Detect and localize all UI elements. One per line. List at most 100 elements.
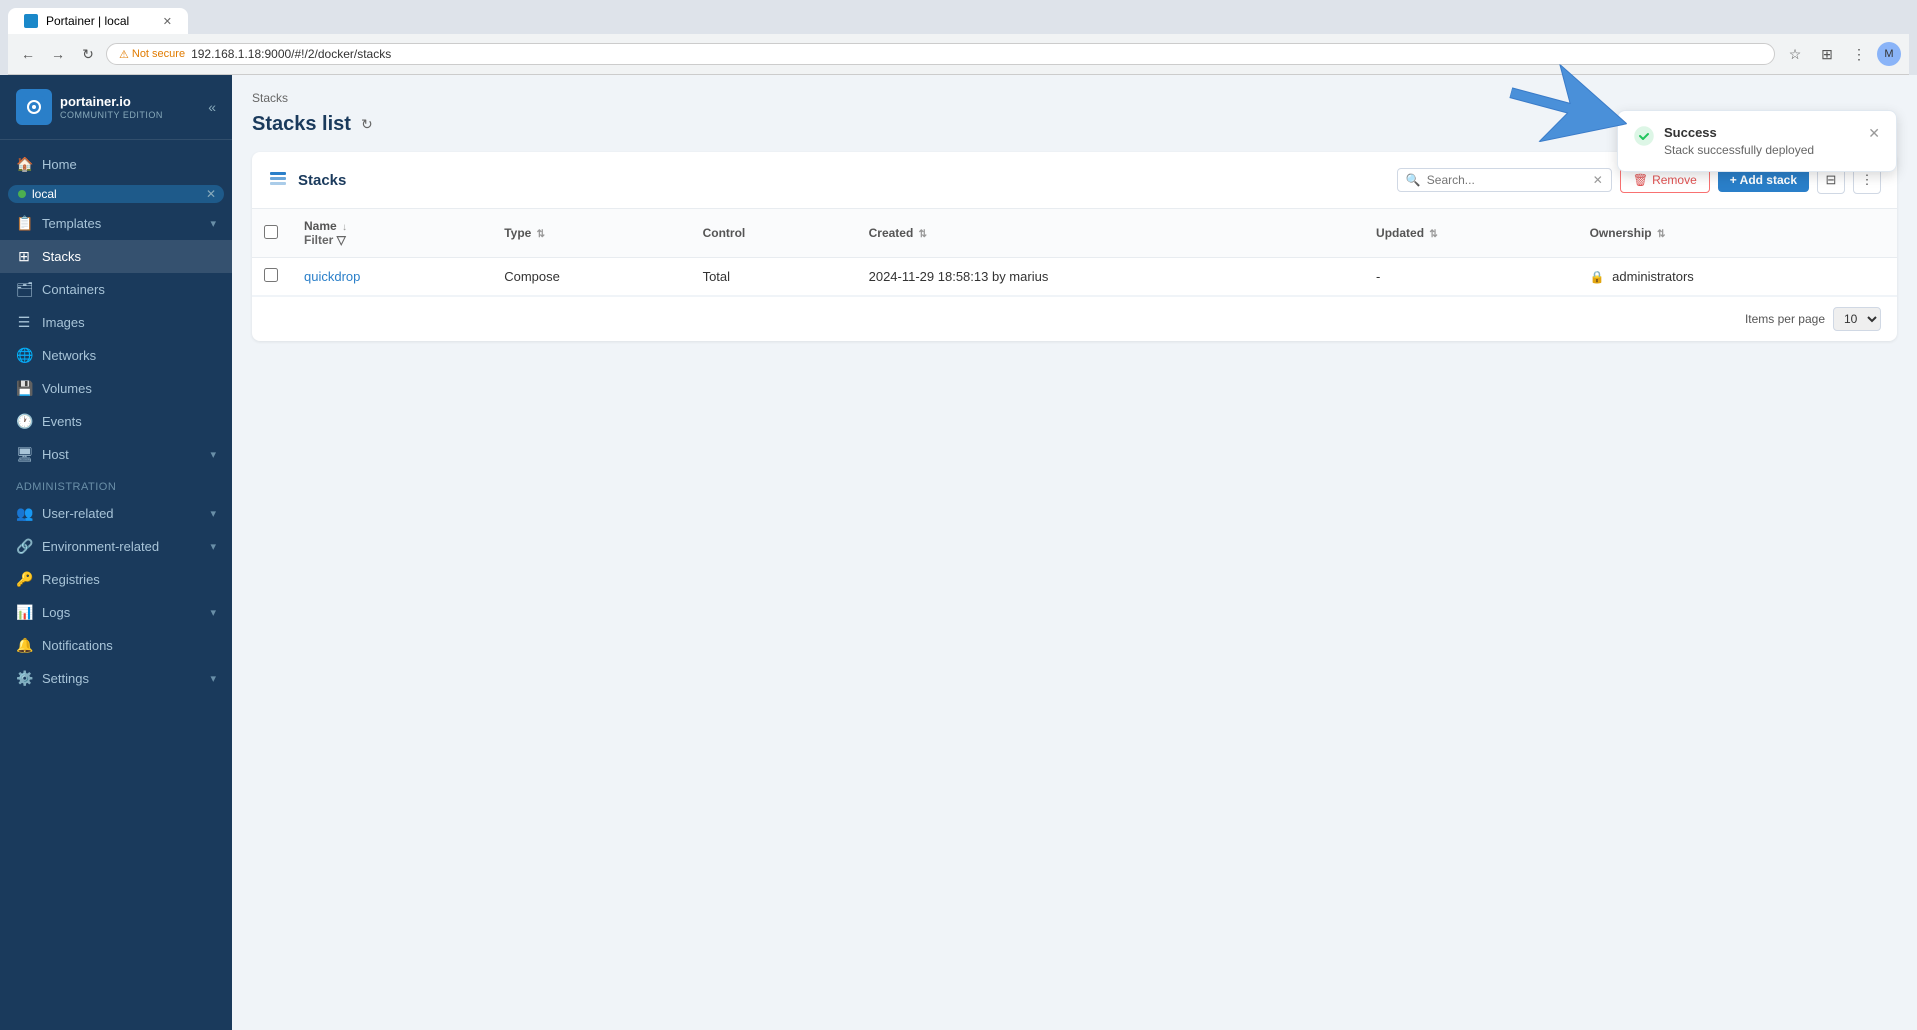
env-name: local	[32, 187, 57, 201]
sort-icon[interactable]: ⇅	[537, 229, 545, 240]
sidebar-item-label: Notifications	[42, 638, 216, 653]
templates-icon: 📋	[16, 215, 32, 232]
sidebar-item-label: Home	[42, 157, 216, 172]
sidebar-item-events[interactable]: 🕐 Events	[0, 405, 232, 438]
logs-icon: 📊	[16, 604, 32, 621]
logo-icon	[16, 89, 52, 125]
forward-button[interactable]: →	[46, 42, 70, 66]
admin-section-title: Administration	[0, 471, 232, 497]
logo-text-block: portainer.io Community Edition	[60, 94, 163, 120]
sidebar-item-templates[interactable]: 📋 Templates ▾	[0, 207, 232, 240]
toolbar-actions: ☆ ⊞ ⋮ M	[1781, 40, 1901, 68]
volumes-icon: 💾	[16, 380, 32, 397]
col-created: Created ⇅	[857, 209, 1364, 258]
page-title: Stacks list	[252, 113, 351, 136]
stack-ownership: 🔒 administrators	[1578, 258, 1897, 296]
sidebar-header: portainer.io Community Edition «	[0, 75, 232, 140]
tab-favicon	[24, 14, 38, 28]
address-bar[interactable]: ⚠ Not secure 192.168.1.18:9000/#!/2/dock…	[106, 43, 1775, 65]
toast-message: Stack successfully deployed	[1664, 143, 1858, 157]
sidebar-item-host[interactable]: 🖥 Host ▾	[0, 438, 232, 471]
env-close-button[interactable]: ✕	[206, 187, 216, 201]
col-name: Name ↓ Filter ▽	[292, 209, 492, 258]
col-name-label: Name	[304, 219, 337, 233]
profile-avatar[interactable]: M	[1877, 42, 1901, 66]
refresh-button[interactable]: ↻	[361, 116, 373, 133]
search-input[interactable]	[1427, 173, 1587, 187]
search-clear-button[interactable]: ✕	[1593, 173, 1603, 187]
sidebar-item-home[interactable]: 🏠 Home	[0, 148, 232, 181]
events-icon: 🕐	[16, 413, 32, 430]
sidebar-item-notifications[interactable]: 🔔 Notifications	[0, 629, 232, 662]
toast-close-button[interactable]: ✕	[1868, 125, 1880, 142]
sidebar-item-logs[interactable]: 📊 Logs ▾	[0, 596, 232, 629]
sidebar-item-stacks[interactable]: ⊞ Stacks	[0, 240, 232, 273]
sidebar-item-registries[interactable]: 🔑 Registries	[0, 563, 232, 596]
stacks-table: Name ↓ Filter ▽ Type ⇅ Control	[252, 209, 1897, 296]
sidebar-item-label: Events	[42, 414, 216, 429]
reload-button[interactable]: ↻	[76, 42, 100, 66]
browser-chrome: Portainer | local ✕ ← → ↻ ⚠ Not secure 1…	[0, 0, 1917, 75]
sort-icon[interactable]: ⇅	[919, 229, 927, 240]
bookmark-button[interactable]: ☆	[1781, 40, 1809, 68]
tab-close-button[interactable]: ✕	[163, 15, 172, 28]
networks-icon: 🌐	[16, 347, 32, 364]
col-updated: Updated ⇅	[1364, 209, 1578, 258]
containers-icon: 🗂	[16, 281, 32, 298]
stack-updated: -	[1364, 258, 1578, 296]
chevron-down-icon: ▾	[210, 540, 216, 553]
registries-icon: 🔑	[16, 571, 32, 588]
sort-icon[interactable]: ↓	[342, 222, 347, 233]
row-checkbox[interactable]	[264, 268, 278, 282]
notifications-icon: 🔔	[16, 637, 32, 654]
browser-toolbar: ← → ↻ ⚠ Not secure 192.168.1.18:9000/#!/…	[8, 34, 1909, 75]
sort-icon[interactable]: ⇅	[1429, 229, 1437, 240]
sort-icon[interactable]: ⇅	[1657, 229, 1665, 240]
stacks-icon: ⊞	[16, 248, 32, 265]
menu-button[interactable]: ⋮	[1845, 40, 1873, 68]
toast-title: Success	[1664, 125, 1858, 140]
sidebar-item-label: Images	[42, 315, 216, 330]
sidebar-item-networks[interactable]: 🌐 Networks	[0, 339, 232, 372]
col-control: Control	[691, 209, 857, 258]
extensions-button[interactable]: ⊞	[1813, 40, 1841, 68]
app-container: portainer.io Community Edition « 🏠 Home …	[0, 75, 1917, 1030]
sidebar-logo: portainer.io Community Edition	[16, 89, 163, 125]
select-all-checkbox[interactable]	[264, 225, 278, 239]
stack-created: 2024-11-29 18:58:13 by marius	[857, 258, 1364, 296]
search-box[interactable]: 🔍 ✕	[1397, 168, 1612, 192]
logo-brand: portainer.io	[60, 94, 163, 110]
sidebar-item-containers[interactable]: 🗂 Containers	[0, 273, 232, 306]
back-button[interactable]: ←	[16, 42, 40, 66]
logo-edition: Community Edition	[60, 110, 163, 120]
sidebar-item-images[interactable]: ☰ Images	[0, 306, 232, 339]
sidebar-nav: 🏠 Home local ✕ 📋 Templates ▾ ⊞ Stacks	[0, 140, 232, 1030]
stack-name-link[interactable]: quickdrop	[304, 269, 360, 284]
sidebar-item-environment-related[interactable]: 🔗 Environment-related ▾	[0, 530, 232, 563]
sidebar-item-settings[interactable]: ⚙️ Settings ▾	[0, 662, 232, 695]
sidebar-item-label: Stacks	[42, 249, 216, 264]
stack-type: Compose	[492, 258, 690, 296]
environment-badge[interactable]: local ✕	[8, 185, 224, 203]
items-per-page-label: Items per page	[1745, 312, 1825, 326]
filter-button[interactable]: Filter ▽	[304, 233, 480, 247]
search-icon: 🔍	[1406, 173, 1421, 187]
table-footer: Items per page 10 25 50	[252, 296, 1897, 341]
browser-tab-active[interactable]: Portainer | local ✕	[8, 8, 188, 34]
host-icon: 🖥	[16, 446, 32, 463]
sidebar-item-label: Host	[42, 447, 200, 462]
chevron-down-icon: ▾	[210, 507, 216, 520]
sidebar-item-label: Networks	[42, 348, 216, 363]
tab-title: Portainer | local	[46, 14, 155, 28]
environment-related-icon: 🔗	[16, 538, 32, 555]
success-icon	[1634, 126, 1654, 151]
sidebar-item-label: Registries	[42, 572, 216, 587]
main-content: Stacks Stacks list ↻ Stacks 🔍	[232, 75, 1917, 1030]
sidebar-item-user-related[interactable]: 👥 User-related ▾	[0, 497, 232, 530]
sidebar-item-label: Volumes	[42, 381, 216, 396]
table-header: Name ↓ Filter ▽ Type ⇅ Control	[252, 209, 1897, 258]
sidebar-item-volumes[interactable]: 💾 Volumes	[0, 372, 232, 405]
items-per-page-select[interactable]: 10 25 50	[1833, 307, 1881, 331]
table-row: quickdrop Compose Total 2024-11-29 18:58…	[252, 258, 1897, 296]
sidebar-collapse-button[interactable]: «	[208, 99, 216, 115]
